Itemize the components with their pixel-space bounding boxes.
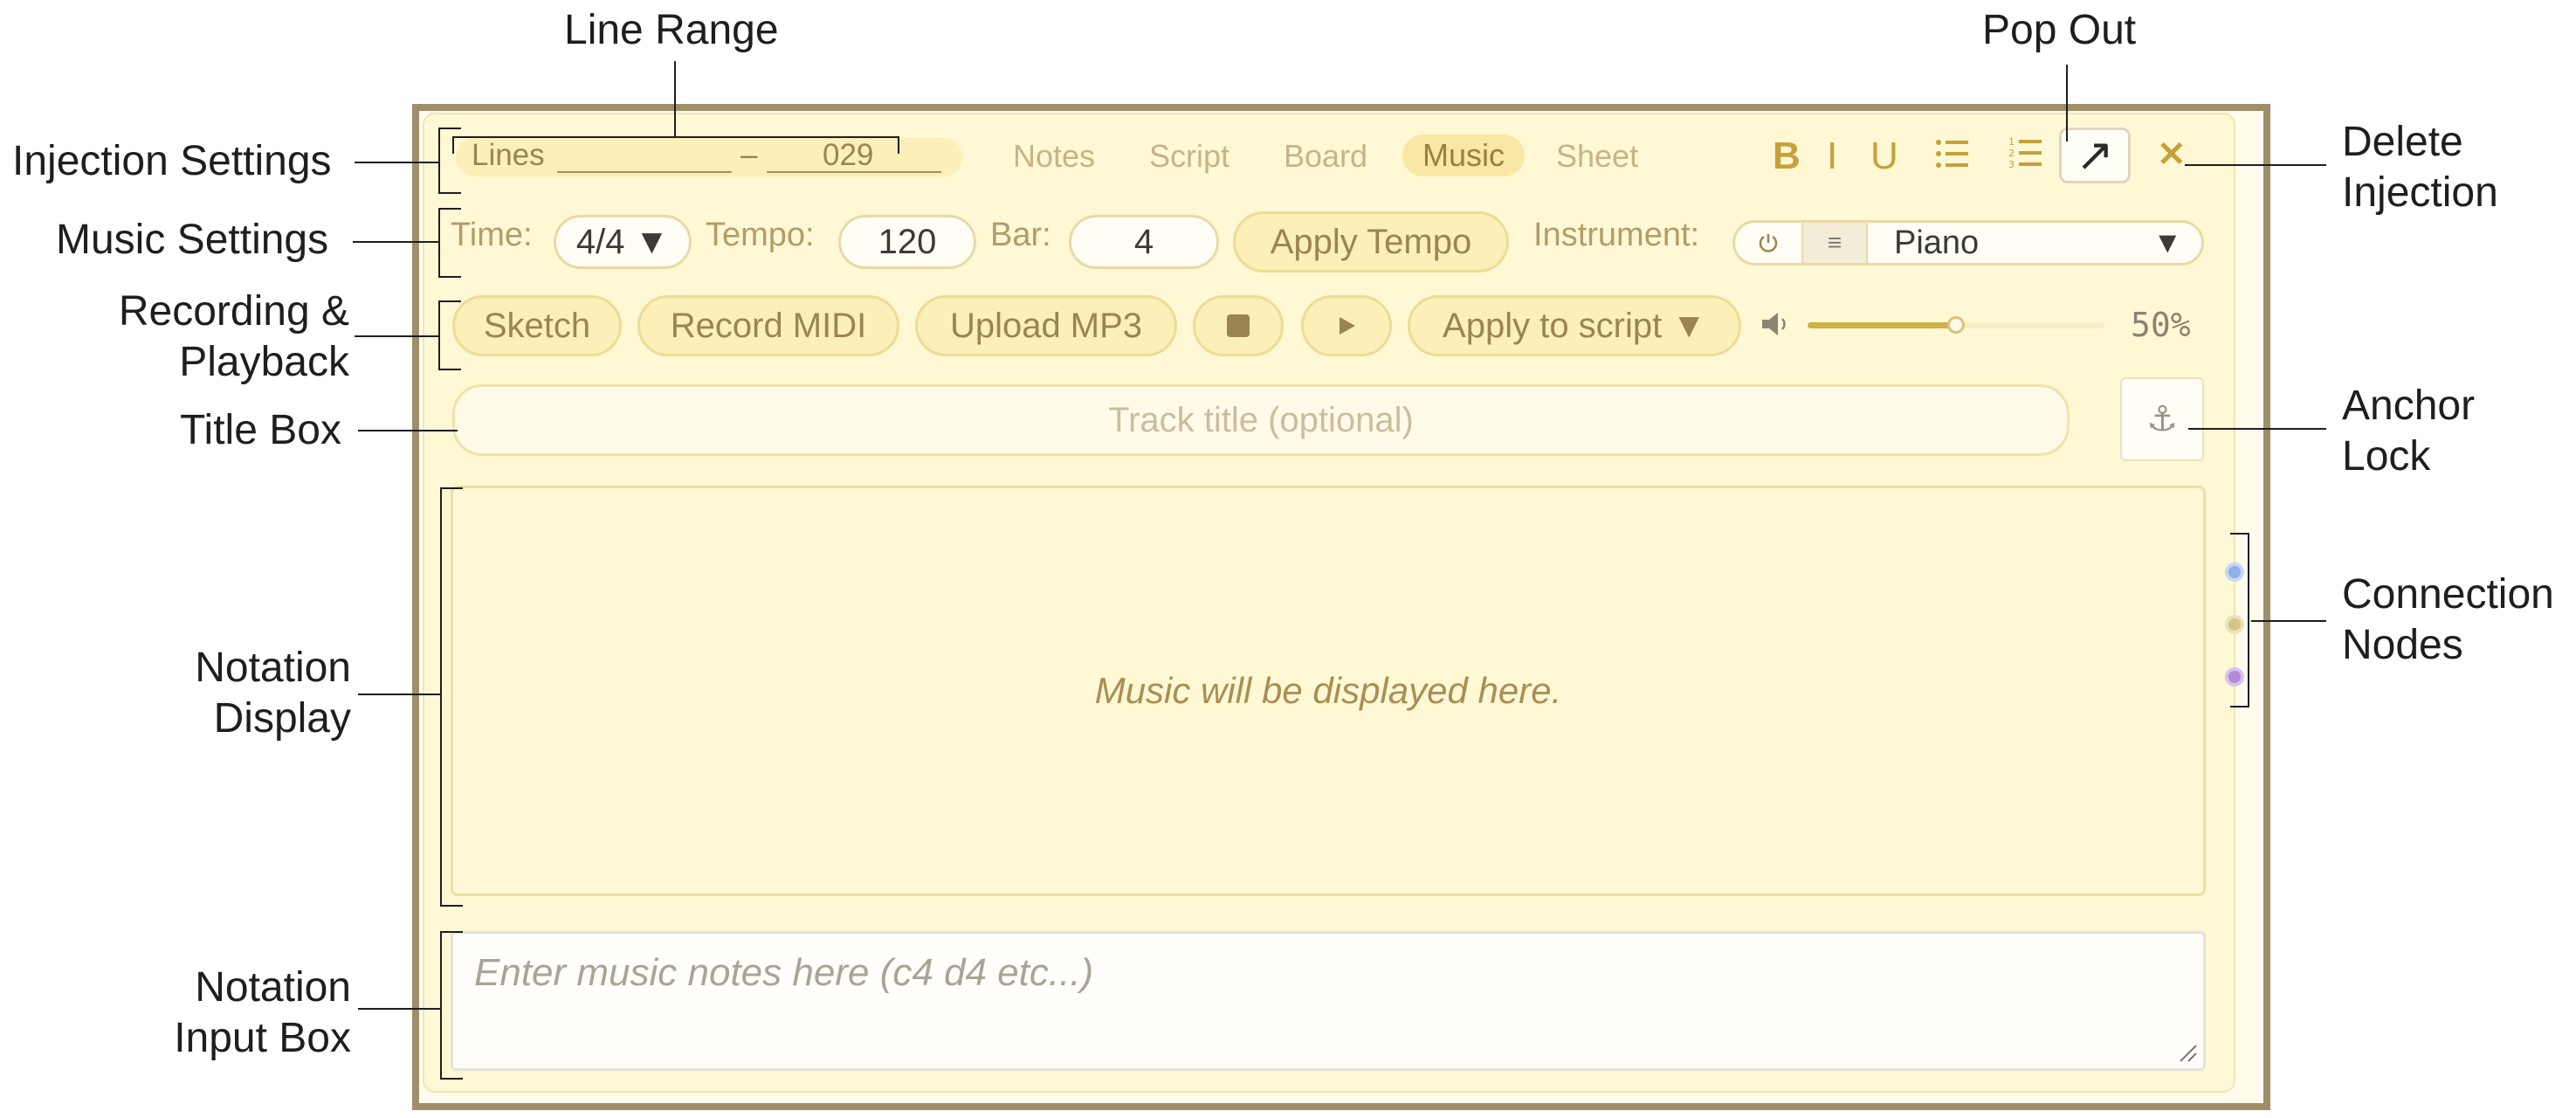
annotation-title-box: Title Box	[180, 407, 341, 453]
italic-button[interactable]: I	[1827, 135, 1837, 178]
tempo-input[interactable]: 120	[838, 215, 976, 269]
annotation-connection-line1: Connection	[2342, 571, 2554, 618]
annotation-anchor-line1: Anchor	[2342, 383, 2476, 429]
track-title-input[interactable]: Track title (optional)	[452, 384, 2070, 456]
track-title-placeholder: Track title (optional)	[1108, 400, 1414, 439]
notation-input-bracket	[440, 931, 463, 1080]
notation-display-bracket	[440, 487, 463, 907]
play-button[interactable]	[1301, 295, 1392, 356]
annotation-delete-line2: Injection	[2342, 169, 2498, 216]
annotation-pop-out: Pop Out	[1982, 7, 2137, 53]
music-settings-bracket	[438, 208, 461, 278]
tab-music-label: Music	[1422, 137, 1505, 173]
play-icon	[1340, 317, 1355, 335]
notation-input-box[interactable]: Enter music notes here (c4 d4 etc...)	[451, 931, 2206, 1071]
stop-icon	[1227, 314, 1250, 337]
underline-button[interactable]: U	[1870, 135, 1898, 178]
svg-text:3: 3	[2008, 159, 2015, 169]
bold-button[interactable]: B	[1773, 135, 1801, 178]
anchor-lock-button[interactable]: ⚓	[2120, 377, 2204, 461]
apply-to-script-button[interactable]: Apply to script ▼	[1408, 295, 1741, 356]
upload-mp3-button[interactable]: Upload MP3	[915, 295, 1177, 356]
injection-settings-bracket	[438, 128, 461, 194]
bar-input[interactable]: 4	[1069, 215, 1219, 269]
annotation-recording-line2: Playback	[179, 339, 349, 385]
tab-music[interactable]: Music	[1402, 135, 1525, 176]
instrument-label: Instrument:	[1533, 217, 1700, 253]
instrument-dropdown-icon: ▼	[2152, 225, 2182, 259]
annotation-music-settings: Music Settings	[56, 217, 329, 263]
pop-out-icon: ↗	[2076, 130, 2114, 181]
volume-slider[interactable]	[1808, 316, 2104, 334]
notation-display-text: Music will be displayed here.	[1094, 670, 1562, 711]
annotation-notation-display-line1: Notation	[195, 645, 351, 691]
annotation-line-range: Line Range	[564, 7, 779, 53]
title-box-leader	[358, 430, 458, 431]
stop-button[interactable]	[1193, 295, 1284, 356]
svg-text:2: 2	[2008, 148, 2015, 159]
range-start-underline[interactable]	[557, 171, 732, 173]
numbered-list-icon[interactable]: 123	[2008, 136, 2043, 170]
line-range-leader	[674, 61, 676, 136]
bullet-list-icon[interactable]	[1935, 138, 1970, 169]
anchor-leader	[2188, 428, 2326, 430]
annotation-notation-display-line2: Display	[213, 695, 351, 742]
annotation-anchor-line2: Lock	[2342, 433, 2431, 480]
tab-board[interactable]: Board	[1284, 138, 1367, 175]
sketch-button[interactable]: Sketch	[452, 295, 622, 356]
svg-text:1: 1	[2008, 136, 2015, 148]
delete-leader	[2185, 164, 2326, 166]
notation-input-placeholder: Enter music notes here (c4 d4 etc...)	[474, 951, 1094, 994]
bar-label: Bar:	[990, 217, 1051, 253]
line-range-bracket	[452, 136, 899, 154]
tempo-label: Tempo:	[706, 217, 815, 253]
volume-fill	[1808, 322, 1956, 328]
notation-display-leader	[358, 694, 440, 695]
annotation-recording-line1: Recording &	[118, 288, 349, 335]
notation-display: Music will be displayed here.	[451, 486, 2206, 896]
volume-percent: 50%	[2131, 306, 2191, 344]
connection-bracket	[2230, 533, 2249, 707]
connection-leader	[2251, 620, 2326, 622]
injection-settings-leader	[355, 162, 438, 163]
instrument-value: Piano	[1894, 224, 1980, 261]
pop-out-leader	[2066, 65, 2068, 141]
instrument-menu-icon[interactable]: ≡	[1803, 223, 1868, 263]
time-signature-select[interactable]: 4/4 ▼	[554, 215, 692, 269]
range-end-underline	[767, 171, 941, 173]
anchor-icon: ⚓	[2146, 399, 2178, 439]
apply-tempo-button[interactable]: Apply Tempo	[1233, 211, 1509, 273]
music-settings-leader	[353, 241, 438, 243]
tab-sheet[interactable]: Sheet	[1556, 138, 1638, 175]
volume-thumb[interactable]	[1947, 316, 1965, 334]
recording-leader	[355, 335, 438, 337]
annotation-delete-line1: Delete	[2342, 119, 2463, 165]
tab-script[interactable]: Script	[1149, 138, 1229, 175]
tab-notes[interactable]: Notes	[1013, 138, 1095, 175]
record-midi-button[interactable]: Record MIDI	[637, 295, 899, 356]
annotation-notation-input-line2: Input Box	[174, 1015, 351, 1061]
annotation-notation-input-line1: Notation	[195, 964, 351, 1011]
delete-injection-button[interactable]: ✕	[2157, 135, 2187, 175]
pop-out-button[interactable]: ↗	[2059, 128, 2131, 183]
instrument-select[interactable]: ≡ Piano ▼	[1732, 220, 2204, 266]
annotation-injection-settings: Injection Settings	[12, 138, 332, 184]
time-label: Time:	[451, 217, 533, 253]
speaker-icon	[1760, 309, 1792, 339]
annotation-connection-line2: Nodes	[2342, 622, 2463, 668]
resize-handle-icon[interactable]	[2177, 1042, 2198, 1063]
recording-bracket	[438, 300, 461, 370]
instrument-power-icon[interactable]	[1735, 223, 1803, 263]
notation-input-leader	[358, 1008, 440, 1010]
